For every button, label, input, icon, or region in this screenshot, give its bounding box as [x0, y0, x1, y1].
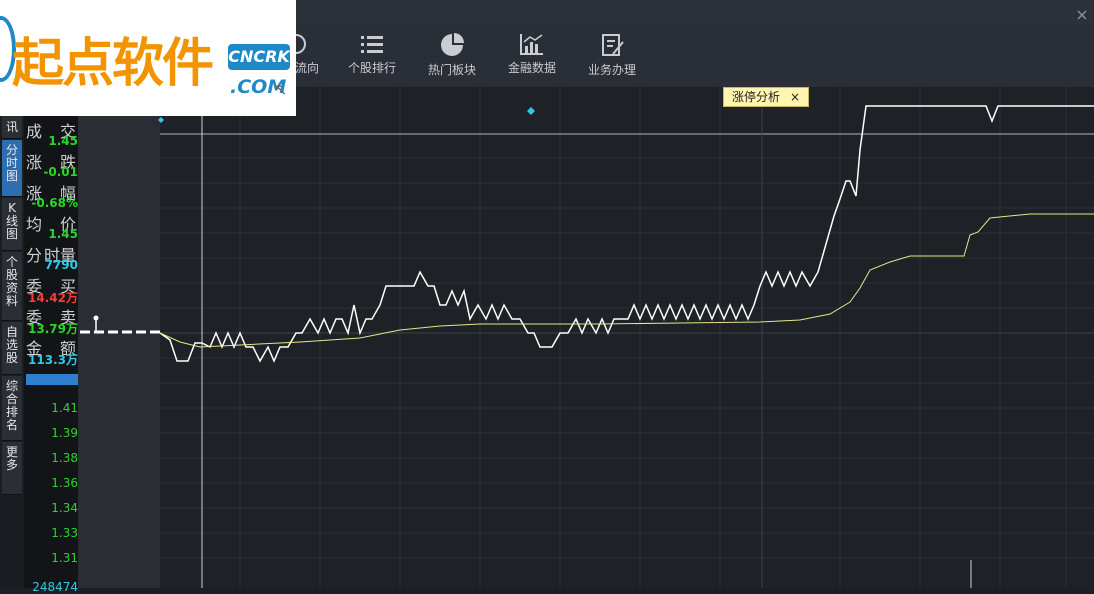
average-price-line	[159, 213, 1094, 348]
auction-marker-dot	[93, 315, 99, 321]
event-marker-icon	[158, 117, 164, 123]
close-icon[interactable]: ×	[790, 90, 800, 104]
tag-label: 涨停分析	[732, 90, 781, 104]
logo-badge: CNCRK	[228, 44, 290, 70]
watermark-logo: 起点软件 CNCRK .COM ↖	[0, 0, 296, 116]
logo-text: 起点软件	[12, 34, 214, 94]
cursor-icon: ↖	[274, 80, 288, 99]
event-marker-icon	[527, 107, 535, 115]
limit-up-analysis-tag[interactable]: 涨停分析 ×	[723, 87, 810, 107]
